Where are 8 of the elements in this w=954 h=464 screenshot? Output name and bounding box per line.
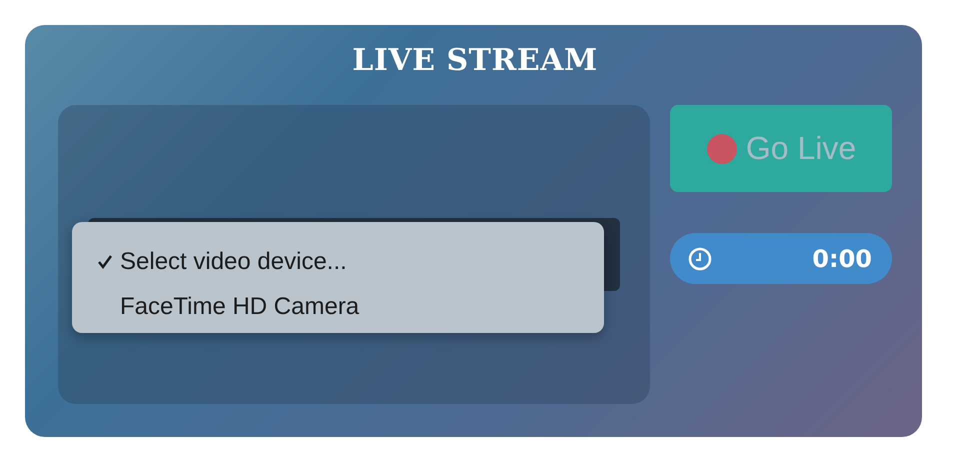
menu-option[interactable]: FaceTime HD Camera [72, 284, 604, 329]
option-label: FaceTime HD Camera [120, 292, 360, 320]
clock-icon [688, 246, 712, 270]
menu-option[interactable]: Select video device... [72, 239, 604, 284]
card-title: LIVE STREAM [351, 43, 599, 80]
record-icon [706, 132, 738, 164]
timer-value: 0:00 [812, 244, 872, 272]
option-label: Select video device... [120, 248, 347, 276]
